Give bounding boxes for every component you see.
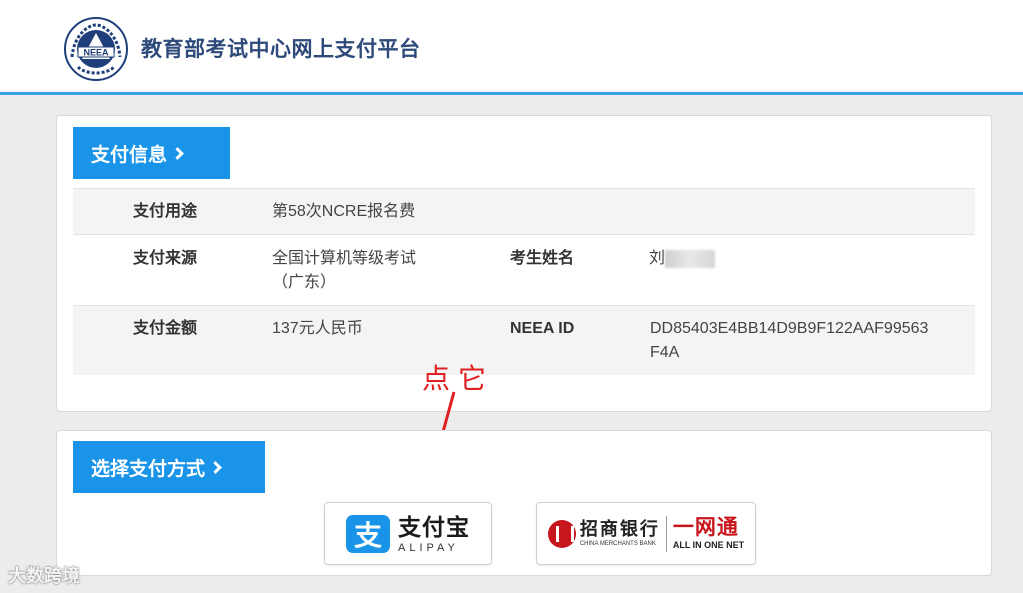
cmb-bank-button[interactable]: 招商银行 CHINA MERCHANTS BANK 一网通 ALL IN ONE…: [536, 502, 756, 565]
header-bar: NEEA 教育部考试中心网上支付平台: [0, 0, 1023, 95]
row-value-source-line2: （广东）: [272, 274, 337, 291]
alipay-name-cn: 支付宝: [398, 513, 470, 540]
alipay-icon: 支: [346, 514, 390, 553]
row-label-source: 支付来源: [133, 250, 198, 267]
payment-method-tab: 选择支付方式: [73, 441, 265, 493]
table-row: 支付来源 全国计算机等级考试 （广东） 考生姓名 刘: [73, 234, 975, 305]
payment-method-card: 选择支付方式 支 支付宝 ALIPAY 招商银行 CHINA MERCHANTS…: [56, 430, 992, 576]
row-label-candidate-name: 考生姓名: [510, 250, 575, 267]
payment-info-table: 支付用途 第58次NCRE报名费 支付来源 全国计算机等级考试 （广东） 考生姓…: [73, 188, 975, 375]
site-title: 教育部考试中心网上支付平台: [141, 38, 421, 61]
chevron-right-icon: [209, 461, 222, 474]
alipay-name-en: ALIPAY: [398, 541, 459, 554]
watermark: 大数跨境: [8, 566, 80, 586]
row-label-amount: 支付金额: [133, 320, 198, 337]
redacted-name-blur: [665, 249, 716, 268]
neea-logo: NEEA: [64, 17, 128, 81]
payment-info-tab-label: 支付信息: [91, 144, 168, 166]
chevron-right-icon: [171, 147, 184, 160]
logo-text: NEEA: [83, 48, 109, 58]
row-value-amount: 137元人民币: [272, 320, 363, 337]
row-value-candidate-name: 刘: [649, 247, 716, 271]
candidate-name-visible: 刘: [649, 250, 666, 267]
payment-info-tab: 支付信息: [73, 127, 230, 179]
cmb-name-cn: 招商银行: [579, 518, 660, 540]
alipay-button[interactable]: 支 支付宝 ALIPAY: [324, 502, 492, 565]
cmb-product-cn: 一网通: [672, 516, 739, 539]
divider: [665, 515, 667, 552]
cmb-product-en: ALL IN ONE NET: [672, 540, 745, 550]
cmb-name-en: CHINA MERCHANTS BANK: [579, 540, 656, 547]
row-label-neea-id: NEEA ID: [510, 320, 575, 337]
row-value-neea-id-line2: F4A: [650, 344, 680, 361]
row-value-neea-id: DD85403E4BB14D9B9F122AAF99563: [650, 320, 929, 337]
table-row: 支付用途 第58次NCRE报名费: [73, 188, 975, 234]
row-value-purpose: 第58次NCRE报名费: [272, 203, 416, 220]
cmb-logo-icon: [547, 519, 576, 548]
table-row: 支付金额 137元人民币 NEEA ID DD85403E4BB14D9B9F1…: [73, 305, 975, 375]
payment-info-card: 支付信息 支付用途 第58次NCRE报名费 支付来源 全国计算机等级考试 （广东…: [56, 115, 992, 412]
payment-method-tab-label: 选择支付方式: [91, 458, 206, 480]
row-value-source: 全国计算机等级考试: [272, 250, 417, 267]
row-label-purpose: 支付用途: [133, 203, 198, 220]
